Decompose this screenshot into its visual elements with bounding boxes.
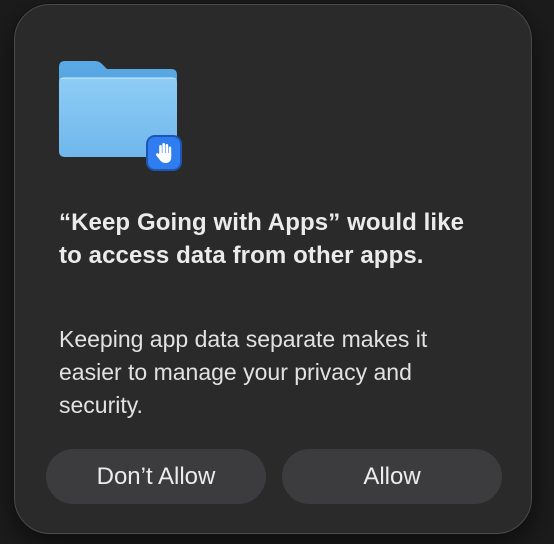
dont-allow-button[interactable]: Don’t Allow	[46, 449, 266, 504]
dialog-message: Keeping app data separate makes it easie…	[59, 326, 428, 418]
folder-icon	[59, 59, 183, 173]
dialog-title: “Keep Going with Apps” would like to acc…	[59, 209, 465, 269]
hand-icon	[148, 137, 180, 169]
allow-button[interactable]: Allow	[282, 449, 502, 504]
permission-dialog: “Keep Going with Apps” would like to acc…	[14, 4, 532, 534]
